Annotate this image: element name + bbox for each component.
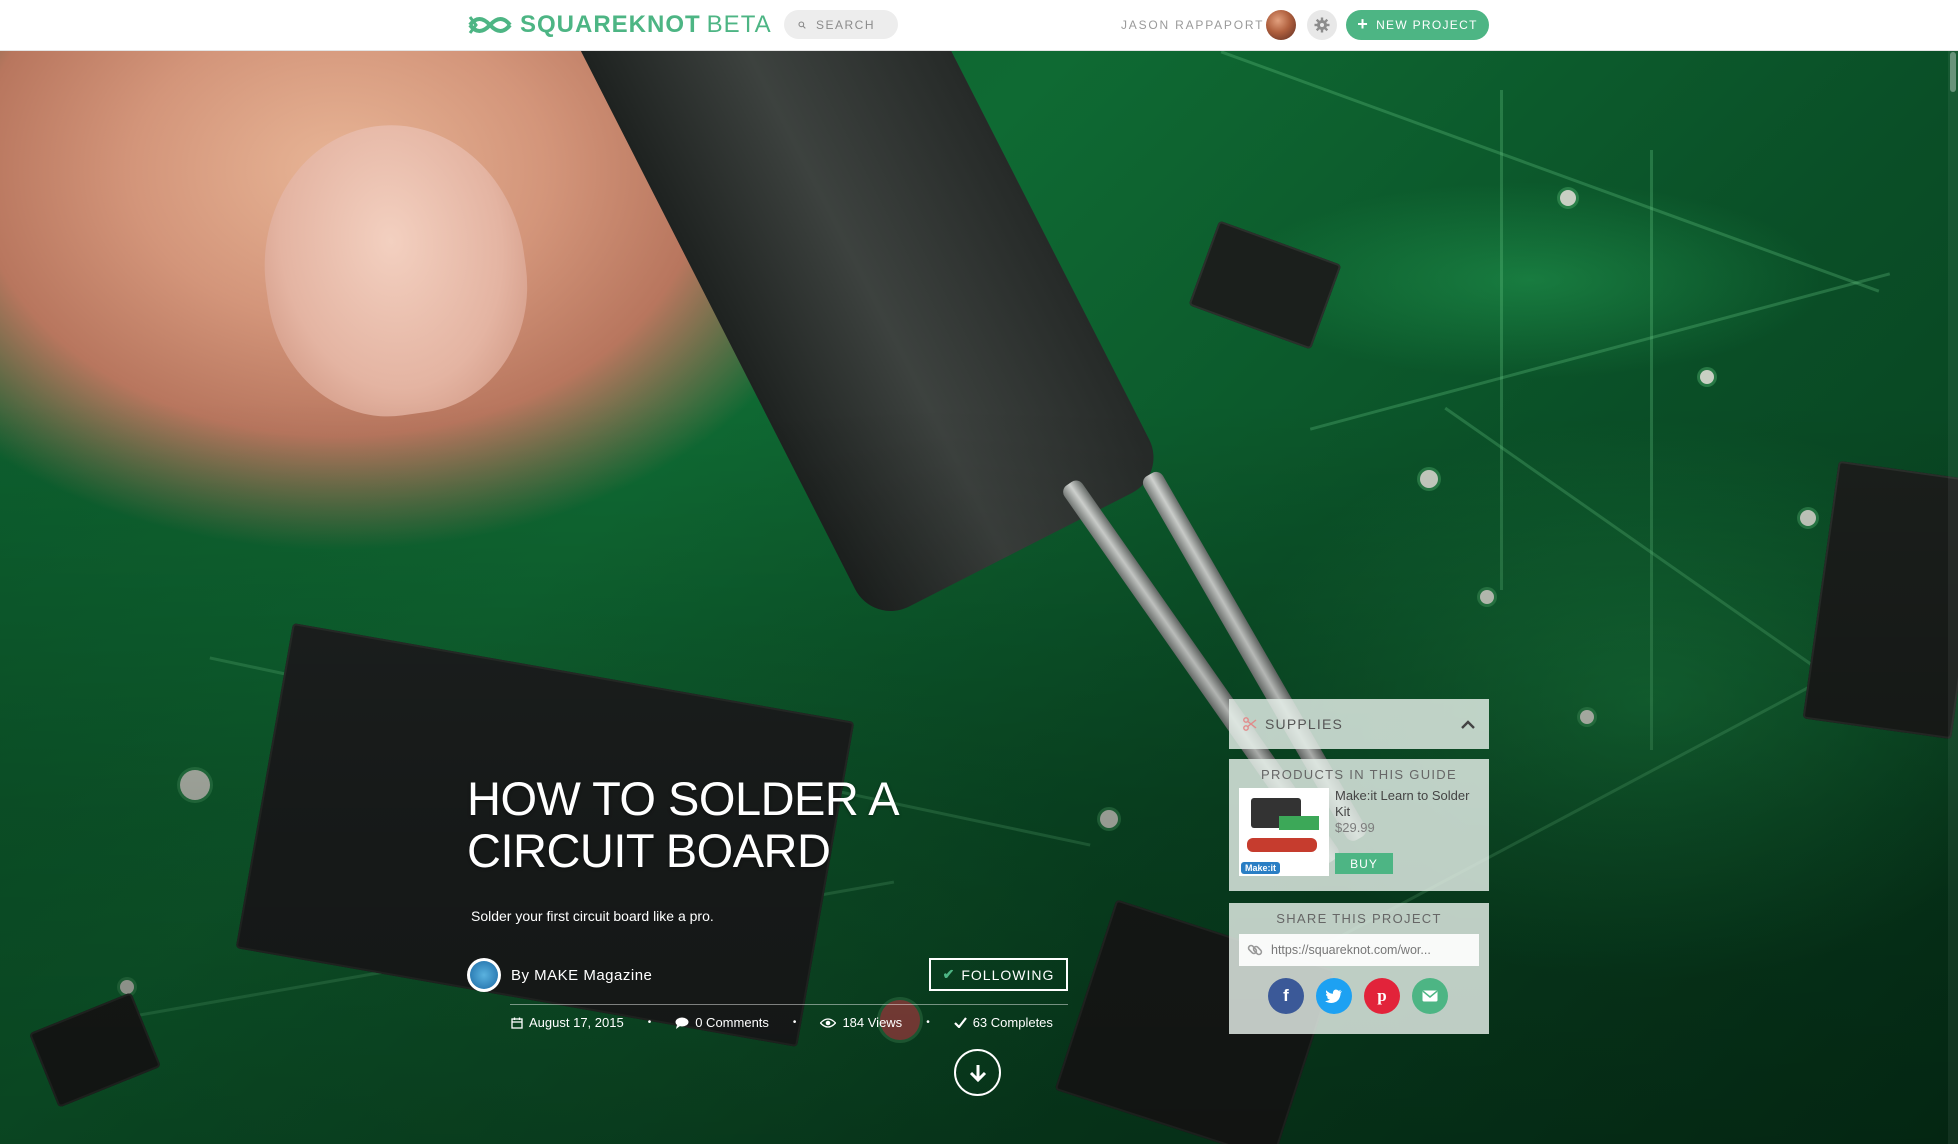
scroll-down-button[interactable]	[954, 1049, 1001, 1096]
check-icon	[953, 1017, 967, 1028]
author[interactable]: By MAKE Magazine	[467, 958, 652, 992]
facebook-icon: f	[1283, 986, 1289, 1005]
twitter-icon	[1325, 989, 1342, 1003]
pinterest-icon: p	[1377, 986, 1387, 1005]
product-image[interactable]: Make:it	[1239, 788, 1329, 876]
products-title: PRODUCTS IN THIS GUIDE	[1261, 767, 1457, 782]
username[interactable]: JASON RAPPAPORT	[1121, 18, 1264, 32]
gear-icon	[1314, 17, 1330, 33]
share-panel: SHARE THIS PROJECT f p	[1229, 903, 1489, 1034]
check-icon: ✔	[942, 966, 956, 982]
share-title: SHARE THIS PROJECT	[1276, 911, 1442, 926]
search-icon	[798, 20, 806, 29]
following-button[interactable]: ✔ FOLLOWING	[929, 958, 1068, 991]
new-project-label: NEW PROJECT	[1376, 18, 1478, 32]
product-price: $29.99	[1335, 820, 1375, 835]
calendar-icon	[511, 1017, 523, 1029]
product-name[interactable]: Make:it Learn to Solder Kit	[1335, 788, 1479, 820]
page-subtitle: Solder your first circuit board like a p…	[471, 908, 714, 924]
logo[interactable]: SQUAREKNOT BETA	[468, 10, 772, 40]
following-label: FOLLOWING	[961, 966, 1055, 983]
logo-knot-icon	[468, 16, 512, 34]
social-buttons: f p	[1239, 978, 1479, 1014]
supplies-header[interactable]: SUPPLIES	[1229, 699, 1489, 749]
logo-name: SQUAREKNOT	[520, 11, 701, 38]
avatar[interactable]	[1266, 10, 1296, 40]
share-url-input[interactable]	[1269, 942, 1478, 958]
divider	[510, 1004, 1068, 1005]
email-icon	[1422, 990, 1438, 1002]
top-nav: SQUAREKNOTBETA JASON RAPPAPORT + NEW PRO…	[0, 0, 1958, 51]
settings-button[interactable]	[1307, 10, 1337, 40]
search-input[interactable]	[814, 16, 898, 33]
plus-icon: +	[1357, 14, 1370, 34]
share-url-box[interactable]	[1239, 934, 1479, 966]
comment-icon	[675, 1017, 689, 1029]
page-title: HOW TO SOLDER A CIRCUIT BOARD	[467, 772, 897, 877]
search-box[interactable]	[784, 10, 898, 39]
meta-completes: 63 Completes	[953, 1015, 1053, 1030]
scrollbar[interactable]	[1948, 50, 1958, 1144]
meta-comments[interactable]: 0 Comments	[675, 1015, 769, 1030]
author-avatar[interactable]	[467, 958, 501, 992]
meta-date: August 17, 2015	[511, 1015, 624, 1030]
chevron-up-icon[interactable]	[1461, 719, 1475, 729]
supplies-label: SUPPLIES	[1265, 716, 1344, 732]
scrollbar-thumb[interactable]	[1950, 52, 1956, 92]
pinterest-share-button[interactable]: p	[1364, 978, 1400, 1014]
arrow-down-icon	[969, 1064, 986, 1082]
scissors-icon	[1243, 717, 1257, 731]
new-project-button[interactable]: + NEW PROJECT	[1346, 10, 1489, 40]
email-share-button[interactable]	[1412, 978, 1448, 1014]
eye-icon	[820, 1017, 837, 1028]
author-name[interactable]: By MAKE Magazine	[511, 967, 652, 984]
buy-button[interactable]: BUY	[1335, 853, 1393, 874]
link-icon	[1247, 944, 1263, 956]
project-meta: August 17, 2015 • 0 Comments • 184 Views…	[511, 1015, 1053, 1030]
products-panel: PRODUCTS IN THIS GUIDE Make:it Make:it L…	[1229, 759, 1489, 891]
product-badge: Make:it	[1241, 862, 1281, 874]
facebook-share-button[interactable]: f	[1268, 978, 1304, 1014]
logo-beta: BETA	[706, 11, 772, 38]
twitter-share-button[interactable]	[1316, 978, 1352, 1014]
meta-views: 184 Views	[820, 1015, 902, 1030]
